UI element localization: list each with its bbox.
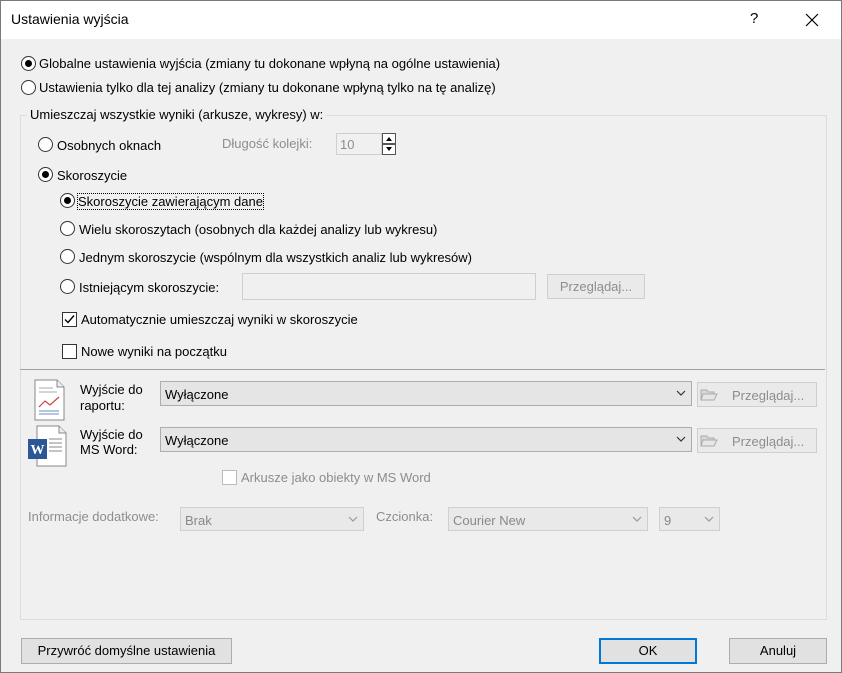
queue-length-input[interactable]: 10 [336,133,382,155]
sheets-as-objects-label: Arkusze jako obiekty w MS Word [241,470,431,485]
font-size-select[interactable]: 9 [659,507,720,531]
chevron-down-icon [676,436,686,442]
checkmark-icon [64,315,75,324]
extra-info-label: Informacje dodatkowe: [28,509,159,524]
global-settings-label: Globalne ustawienia wyjścia (zmiany tu d… [39,56,501,71]
help-button[interactable]: ? [750,10,758,27]
placement-group-label: Umieszczaj wszystkie wyniki (arkusze, wy… [27,107,327,122]
chevron-down-icon [676,390,686,396]
close-icon [805,13,819,27]
wb-multiple-radio[interactable] [60,221,75,236]
auto-place-label: Automatycznie umieszczaj wyniki w skoros… [81,312,358,327]
svg-text:W: W [31,443,45,458]
workbook-label: Skoroszycie [57,168,128,183]
global-settings-radio[interactable] [21,56,36,71]
auto-place-checkbox[interactable] [62,312,77,327]
word-output-select[interactable]: Wyłączone [160,427,692,452]
ok-button[interactable]: OK [599,638,697,664]
separate-windows-label: Osobnych oknach [57,138,162,153]
wb-multiple-label: Wielu skoroszytach (osobnych dla każdej … [79,222,438,237]
wb-existing-label: Istniejącym skoroszycie: [79,280,220,295]
restore-defaults-button[interactable]: Przywróć domyślne ustawienia [21,638,232,664]
report-browse-button[interactable]: Przeglądaj... [697,382,817,407]
cancel-button[interactable]: Anuluj [729,638,827,664]
separate-windows-radio[interactable] [38,137,53,152]
workbook-radio[interactable] [38,167,53,182]
font-label: Czcionka: [376,509,434,524]
new-at-start-label: Nowe wyniki na początku [81,344,227,359]
dialog-title: Ustawienia wyjścia [11,11,129,27]
report-output-label-line1: Wyjście do [80,382,143,397]
wb-single-radio[interactable] [60,249,75,264]
extra-info-select[interactable]: Brak [180,507,364,531]
new-at-start-checkbox[interactable] [62,344,77,359]
word-document-icon: W [27,425,69,467]
wb-data-label: Skoroszycie zawierającym dane [77,193,264,210]
font-select[interactable]: Courier New [448,507,648,531]
wb-existing-radio[interactable] [60,279,75,294]
wb-single-label: Jednym skoroszycie (wspólnym dla wszystk… [79,250,473,265]
report-document-icon [29,379,67,421]
chevron-down-icon [632,516,642,522]
spinner-arrows-icon [382,133,396,155]
chevron-down-icon [348,516,358,522]
word-browse-button[interactable]: Przeglądaj... [697,428,817,453]
output-settings-dialog: Ustawienia wyjścia ? Globalne ustawienia… [0,0,842,673]
section-separator [20,369,825,370]
queue-length-label: Długość kolejki: [222,136,313,151]
close-button[interactable] [796,5,828,35]
word-output-label-line2: MS Word: [80,442,138,457]
existing-workbook-browse-button[interactable]: Przeglądaj... [547,274,645,299]
local-settings-label: Ustawienia tylko dla tej analizy (zmiany… [39,80,496,95]
word-output-label-line1: Wyjście do [80,427,143,442]
placement-group [20,115,827,620]
open-folder-icon [700,435,718,447]
existing-workbook-input[interactable] [242,273,536,300]
sheets-as-objects-checkbox[interactable] [222,470,237,485]
open-folder-icon [700,389,718,401]
report-output-label-line2: raportu: [80,398,125,413]
chevron-down-icon [704,516,714,522]
report-output-select[interactable]: Wyłączone [160,381,692,406]
local-settings-radio[interactable] [21,80,36,95]
title-bar: Ustawienia wyjścia ? [1,1,841,39]
queue-length-spinner[interactable] [382,133,396,155]
wb-data-radio[interactable] [60,193,75,208]
